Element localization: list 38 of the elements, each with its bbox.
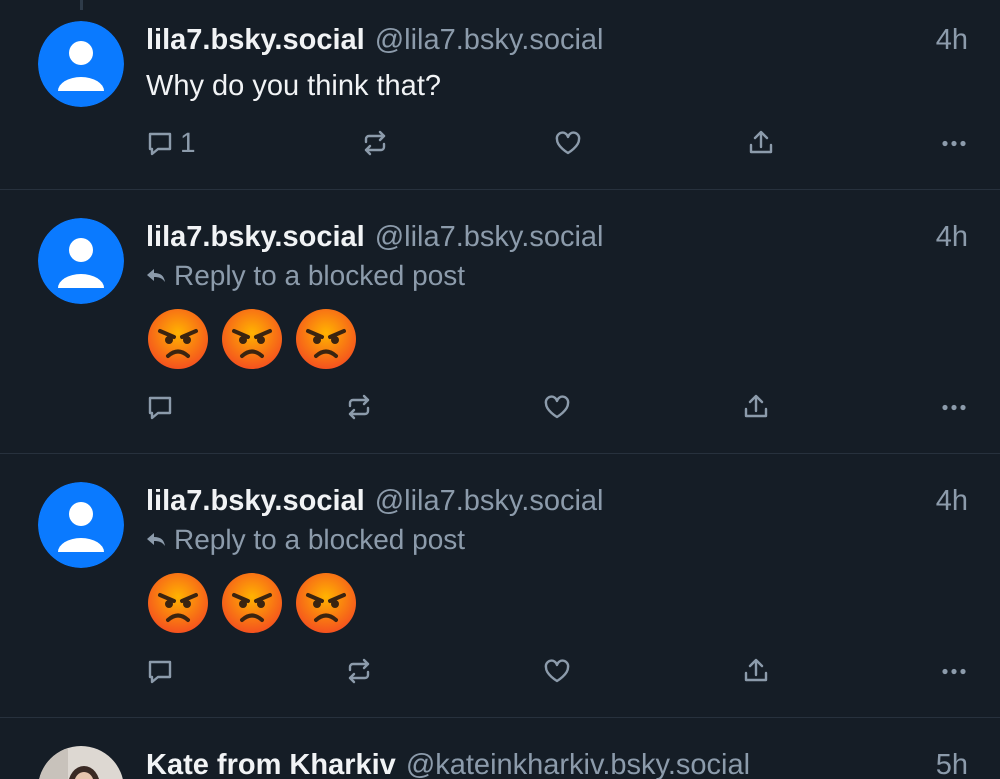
more-icon: [940, 668, 968, 674]
post-time[interactable]: 5h: [936, 748, 968, 779]
more-button[interactable]: [940, 404, 968, 410]
angry-face-icon: [294, 571, 358, 635]
more-button[interactable]: [940, 668, 968, 674]
like-button[interactable]: [554, 129, 582, 157]
angry-face-icon: [294, 307, 358, 371]
more-icon: [940, 404, 968, 410]
more-button[interactable]: [940, 140, 968, 146]
post-text: Why do you think that?: [146, 69, 442, 104]
author-name[interactable]: lila7.bsky.social: [146, 220, 365, 254]
angry-face-icon: [220, 571, 284, 635]
heart-icon: [543, 657, 571, 685]
reply-button[interactable]: 1: [146, 127, 196, 159]
heart-icon: [543, 393, 571, 421]
reply-note: Reply to a blocked post: [174, 260, 466, 292]
author-name[interactable]: lila7.bsky.social: [146, 484, 365, 518]
like-button[interactable]: [543, 393, 571, 421]
avatar-icon[interactable]: [38, 218, 124, 304]
heart-icon: [554, 129, 582, 157]
like-button[interactable]: [543, 657, 571, 685]
author-handle[interactable]: @lila7.bsky.social: [374, 220, 604, 254]
post-time[interactable]: 4h: [936, 484, 968, 518]
author-name[interactable]: lila7.bsky.social: [146, 24, 365, 56]
post-time[interactable]: 4h: [936, 220, 968, 254]
more-icon: [940, 140, 968, 146]
angry-face-icon: [146, 307, 210, 371]
author-handle[interactable]: @lila7.bsky.social: [374, 484, 604, 518]
angry-face-icon: [146, 571, 210, 635]
avatar-icon[interactable]: [38, 482, 124, 568]
author-handle[interactable]: @lila7.bsky.social: [374, 24, 604, 56]
reply-arrow-icon: [146, 532, 166, 548]
angry-face-icon: [220, 307, 284, 371]
reply-note: Reply to a blocked post: [174, 524, 466, 556]
author-name[interactable]: Kate from Kharkiv: [146, 748, 396, 779]
reply-arrow-icon: [146, 268, 166, 284]
avatar-icon[interactable]: [38, 21, 124, 107]
post-time[interactable]: 4h: [936, 24, 968, 56]
